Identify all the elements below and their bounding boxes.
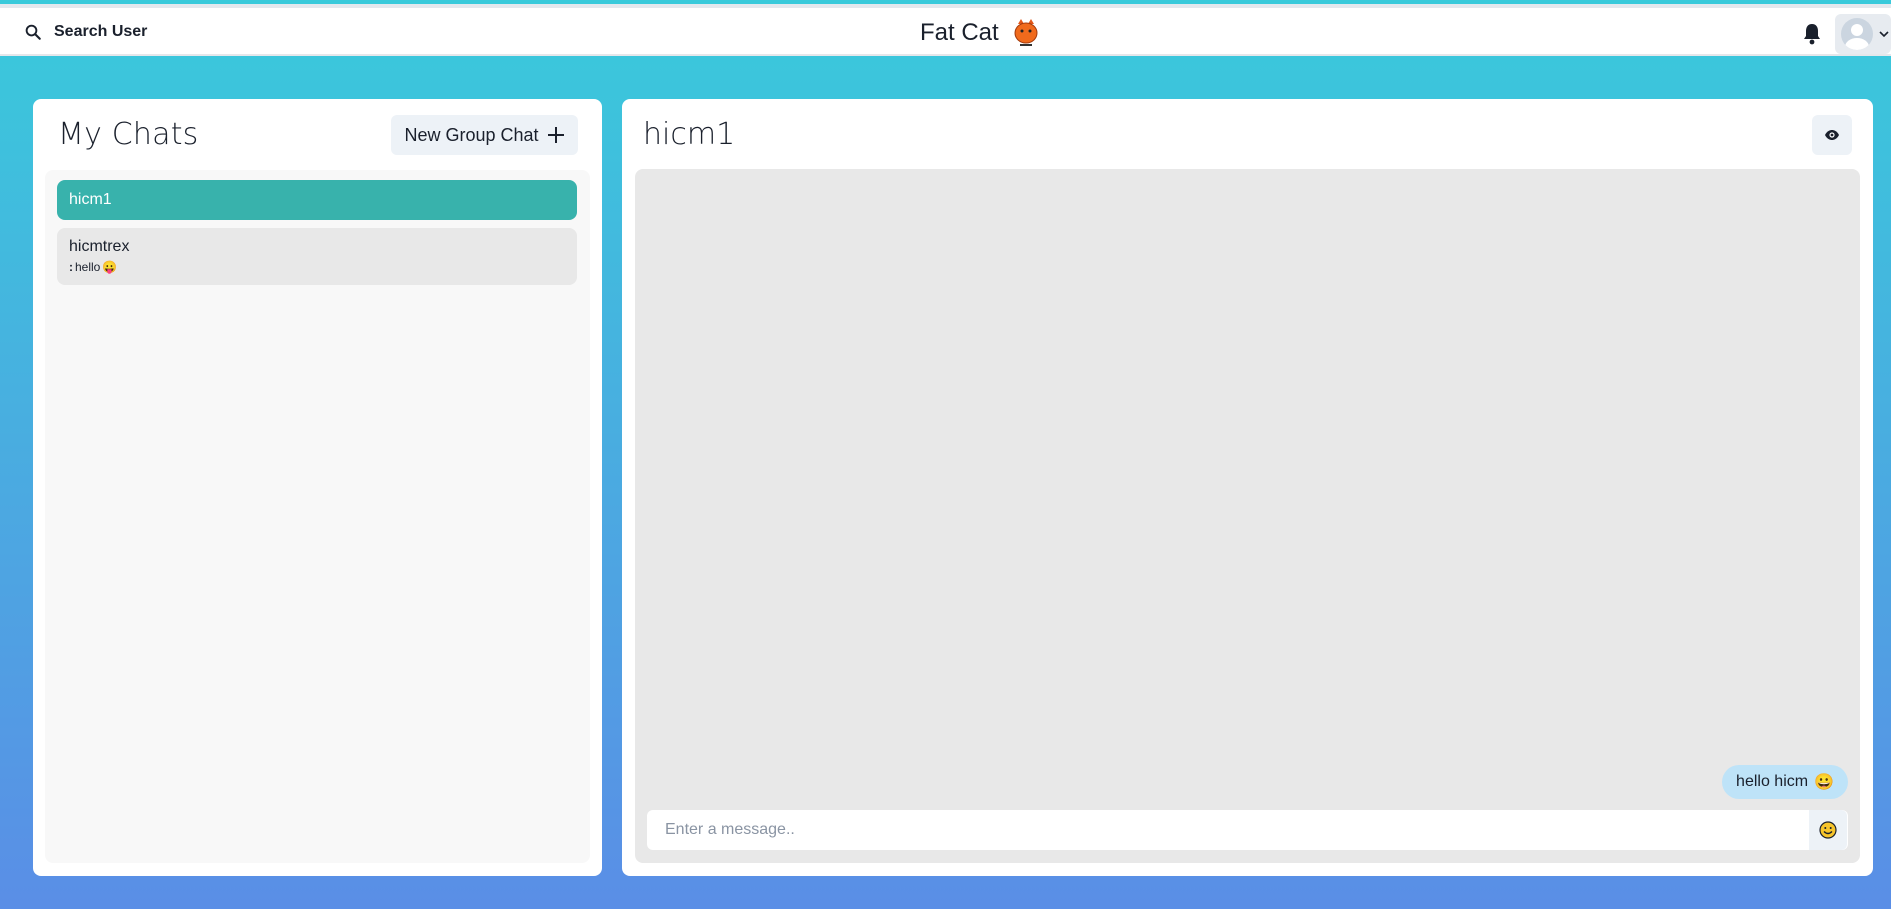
messages-area: hello hicm 😀 <box>635 169 1860 863</box>
profile-menu-button[interactable] <box>1835 14 1891 54</box>
chat-name: hicm1 <box>69 191 112 208</box>
my-chats-title: My Chats <box>58 117 199 152</box>
preview-sender: : <box>69 260 73 274</box>
chat-name: hicmtrex <box>69 238 130 255</box>
chat-list-item-hicmtrex[interactable]: hicmtrex : hello 😛 <box>57 228 577 285</box>
new-group-chat-button[interactable]: New Group Chat <box>391 115 578 155</box>
top-navbar: Search User Fat Cat <box>0 4 1891 56</box>
message-bubble: hello hicm 😀 <box>1722 765 1848 799</box>
latest-message-preview: : hello 😛 <box>69 260 565 274</box>
message-text: hello hicm <box>1736 773 1809 790</box>
preview-text: hello <box>75 260 101 274</box>
view-profile-button[interactable] <box>1812 115 1852 155</box>
search-user-button[interactable]: Search User <box>14 14 157 50</box>
smiley-icon <box>1819 821 1837 839</box>
avatar-icon <box>1841 18 1873 50</box>
chevron-down-icon <box>1879 31 1889 38</box>
plus-icon <box>547 127 564 143</box>
search-icon <box>25 24 41 40</box>
chat-panel: hicm1 hello hicm 😀 <box>622 99 1873 876</box>
brand: Fat Cat <box>920 16 1039 50</box>
message-emoji: 😀 <box>1814 774 1834 791</box>
my-chats-panel: My Chats New Group Chat hicm1 hicmtrex :… <box>33 99 602 876</box>
emoji-picker-button[interactable] <box>1809 810 1847 850</box>
chat-title: hicm1 <box>643 117 736 152</box>
fat-cat-logo-icon <box>1014 19 1038 46</box>
brand-title: Fat Cat <box>920 19 999 46</box>
message-input-group <box>647 810 1848 850</box>
bell-icon[interactable] <box>1802 23 1822 45</box>
new-group-chat-label: New Group Chat <box>404 124 539 145</box>
search-user-label: Search User <box>54 23 148 40</box>
chat-list-item-hicm1[interactable]: hicm1 <box>57 180 577 220</box>
chat-list: hicm1 hicmtrex : hello 😛 <box>45 170 590 863</box>
preview-emoji: 😛 <box>102 260 118 274</box>
eye-icon <box>1825 130 1839 140</box>
message-input[interactable] <box>647 810 1807 850</box>
